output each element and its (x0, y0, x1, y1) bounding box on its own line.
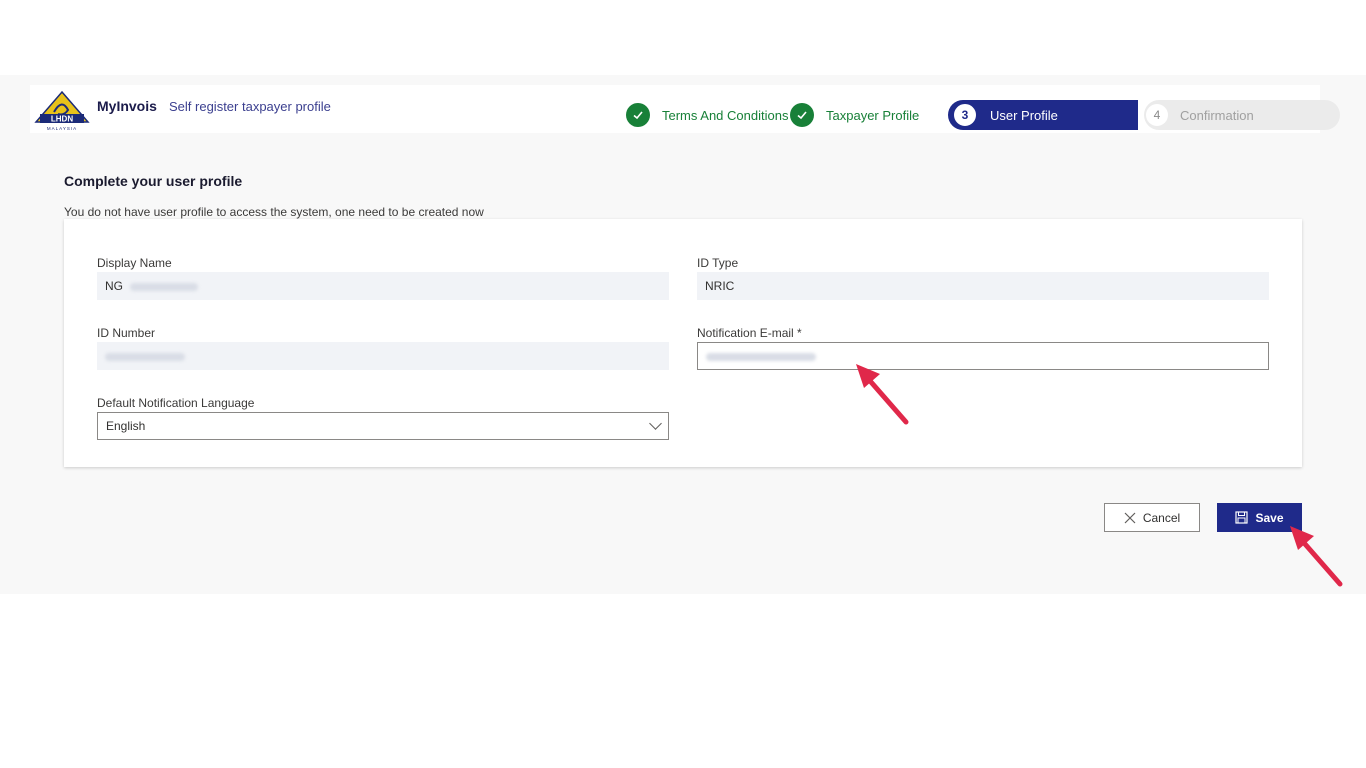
step-user-profile[interactable]: 3 User Profile (948, 100, 1138, 130)
section-description: You do not have user profile to access t… (64, 205, 484, 219)
svg-text:LHDN: LHDN (51, 115, 73, 124)
close-icon (1124, 512, 1136, 524)
notification-email-label: Notification E-mail * (697, 326, 802, 340)
language-label: Default Notification Language (97, 396, 255, 410)
language-value: English (106, 419, 146, 433)
app-name: MyInvois (97, 98, 157, 114)
step-label: Taxpayer Profile (826, 107, 920, 123)
display-name-field[interactable]: NG (97, 272, 669, 300)
id-type-field[interactable]: NRIC (697, 272, 1269, 300)
notification-email-input[interactable] (697, 342, 1269, 370)
step-terms[interactable]: Terms And Conditions (626, 100, 788, 130)
chevron-down-icon (649, 417, 662, 430)
id-number-field[interactable] (97, 342, 669, 370)
save-icon (1235, 511, 1249, 524)
step-label: User Profile (990, 107, 1058, 123)
check-icon (626, 103, 650, 127)
svg-text:MALAYSIA: MALAYSIA (47, 126, 77, 131)
redacted-value (105, 352, 185, 361)
annotation-arrow-save (1290, 526, 1343, 587)
user-profile-form: Display Name NG ID Type NRIC ID Number N… (64, 219, 1302, 467)
id-number-label: ID Number (97, 326, 156, 340)
screenshot-area: LHDN MALAYSIA MyInvois Self register tax… (0, 75, 1366, 594)
redacted-value (706, 352, 816, 361)
lhdn-logo: LHDN MALAYSIA (34, 90, 90, 131)
check-icon (790, 103, 814, 127)
cancel-button[interactable]: Cancel (1104, 503, 1200, 532)
step-number: 4 (1146, 104, 1168, 126)
step-confirmation[interactable]: 4 Confirmation (1144, 100, 1340, 130)
step-label: Terms And Conditions (662, 107, 789, 123)
annotation-arrow-email (856, 364, 909, 425)
redacted-value (130, 282, 199, 291)
section-title: Complete your user profile (64, 173, 243, 189)
app-subtitle: Self register taxpayer profile (169, 99, 331, 114)
language-select[interactable]: English (97, 412, 669, 440)
display-name-label: Display Name (97, 256, 172, 270)
progress-stepper: Terms And Conditions Taxpayer Profile 3 … (626, 100, 1340, 130)
step-number: 3 (952, 102, 978, 128)
step-taxpayer-profile[interactable]: Taxpayer Profile (790, 100, 919, 130)
step-label: Confirmation (1180, 107, 1254, 123)
id-type-label: ID Type (697, 256, 739, 270)
top-bar: LHDN MALAYSIA MyInvois Self register tax… (30, 85, 1340, 133)
